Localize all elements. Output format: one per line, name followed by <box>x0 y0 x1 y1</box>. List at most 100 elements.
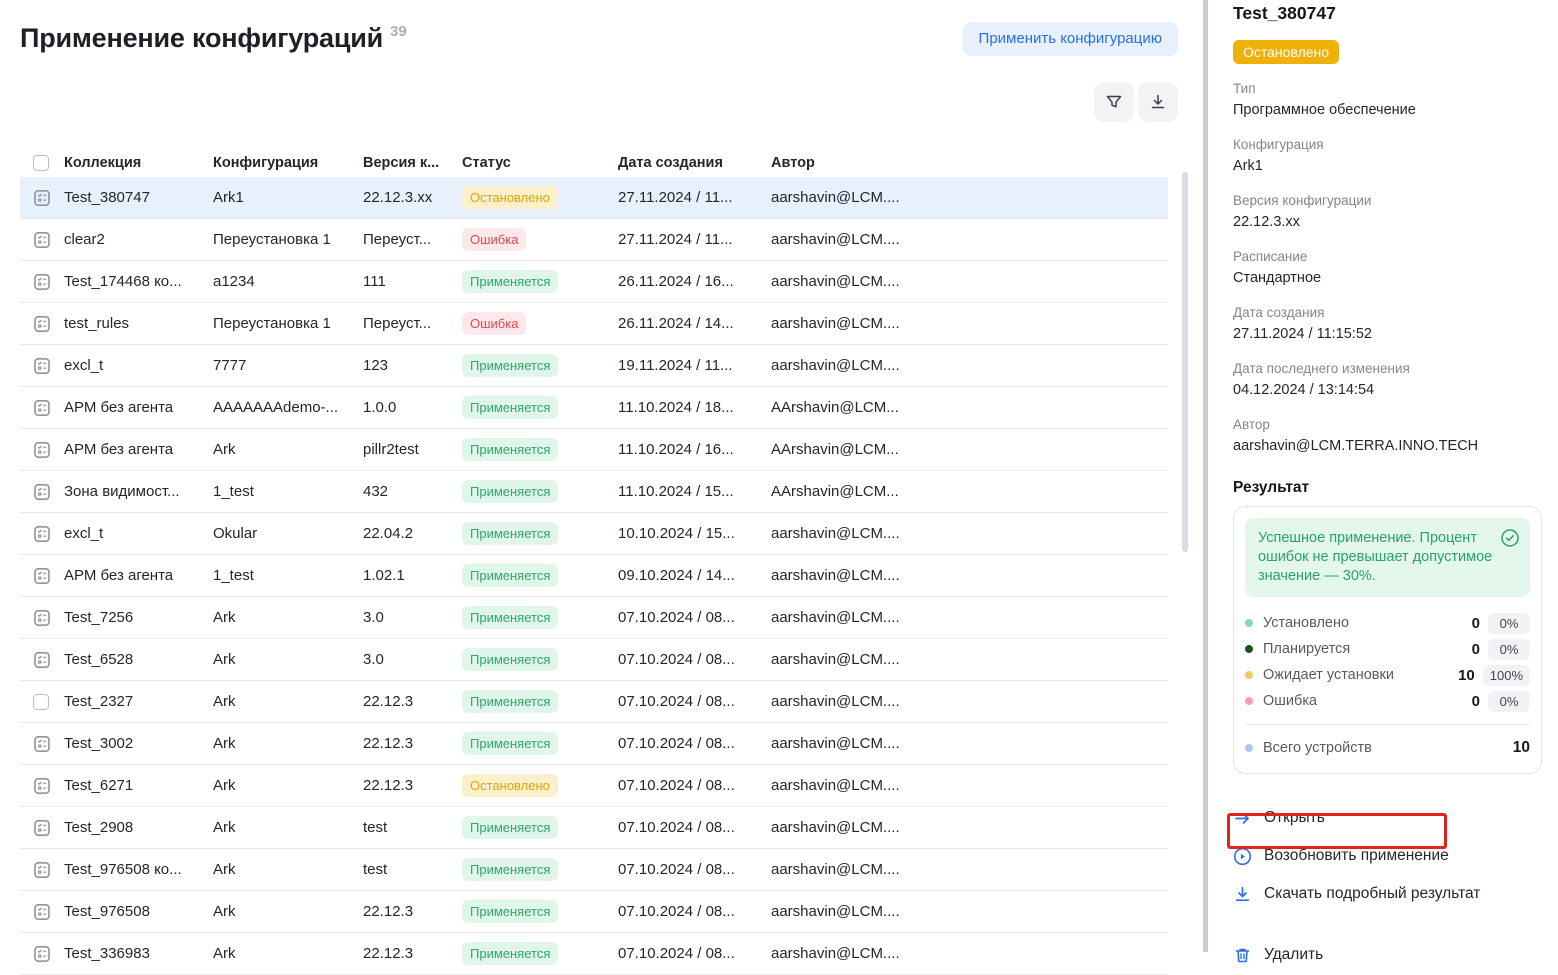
status-badge: Применяется <box>462 858 558 881</box>
collection-icon <box>33 399 51 417</box>
collection-icon <box>33 189 51 207</box>
date-cell: 27.11.2024 / 11... <box>618 231 771 248</box>
field-label: Дата создания <box>1233 305 1542 321</box>
version-cell: 22.12.3 <box>363 903 462 920</box>
panel-field: Конфигурация Ark1 <box>1233 137 1542 176</box>
status-badge: Ошибка <box>462 228 526 251</box>
table-row[interactable]: Test_7256 Ark 3.0 Применяется 07.10.2024… <box>20 597 1168 639</box>
author-cell: AArshavin@LCM... <box>771 399 908 416</box>
configuration-cell: Ark <box>213 945 363 962</box>
version-cell: 1.0.0 <box>363 399 462 416</box>
configuration-cell: AAAAAAAdemo-... <box>213 399 363 416</box>
action-download-result[interactable]: Скачать подробный результат <box>1233 884 1542 904</box>
date-cell: 07.10.2024 / 08... <box>618 651 771 668</box>
stat-dot <box>1245 645 1253 653</box>
table-row[interactable]: АРМ без агента Ark pillr2test Применяетс… <box>20 429 1168 471</box>
action-open-label: Открыть <box>1264 809 1325 827</box>
table-row[interactable]: Test_2327 Ark 22.12.3 Применяется 07.10.… <box>20 681 1168 723</box>
arrow-right-icon <box>1233 809 1252 828</box>
author-cell: aarshavin@LCM.... <box>771 273 908 290</box>
row-checkbox[interactable] <box>33 694 49 710</box>
date-cell: 07.10.2024 / 08... <box>618 693 771 710</box>
status-badge: Применяется <box>462 522 558 545</box>
result-alert: Успешное применение. Процент ошибок не п… <box>1245 518 1530 597</box>
collection-cell: Зона видимост... <box>64 483 213 500</box>
author-cell: aarshavin@LCM.... <box>771 651 908 668</box>
collection-cell: Test_380747 <box>64 189 213 206</box>
action-delete-label: Удалить <box>1264 946 1323 964</box>
date-cell: 11.10.2024 / 15... <box>618 483 771 500</box>
panel-fields: Тип Программное обеспечение Конфигурация… <box>1233 81 1542 456</box>
field-label: Дата последнего изменения <box>1233 361 1542 377</box>
status-badge: Остановлено <box>462 186 558 209</box>
status-badge: Применяется <box>462 690 558 713</box>
table-row[interactable]: Test_174468 ко... a1234 111 Применяется … <box>20 261 1168 303</box>
status-badge: Применяется <box>462 606 558 629</box>
author-cell: aarshavin@LCM.... <box>771 777 908 794</box>
configuration-cell: a1234 <box>213 273 363 290</box>
table-row[interactable]: Test_6271 Ark 22.12.3 Остановлено 07.10.… <box>20 765 1168 807</box>
field-value: Программное обеспечение <box>1233 101 1542 120</box>
table-row[interactable]: clear2 Переустановка 1 Переуст... Ошибка… <box>20 219 1168 261</box>
collection-icon <box>33 735 51 753</box>
collection-icon <box>33 651 51 669</box>
date-cell: 26.11.2024 / 16... <box>618 273 771 290</box>
collection-cell: АРМ без агента <box>64 399 213 416</box>
panel-field: Расписание Стандартное <box>1233 249 1542 288</box>
export-button[interactable] <box>1138 82 1178 122</box>
panel-field: Дата создания 27.11.2024 / 11:15:52 <box>1233 305 1542 344</box>
stat-value: 0 <box>1472 615 1480 632</box>
table-row[interactable]: test_rules Переустановка 1 Переуст... Ош… <box>20 303 1168 345</box>
author-cell: aarshavin@LCM.... <box>771 231 908 248</box>
table-row[interactable]: Test_976508 ко... Ark test Применяется 0… <box>20 849 1168 891</box>
collection-icon <box>33 903 51 921</box>
table-row[interactable]: Test_380747 Ark1 22.12.3.xx Остановлено … <box>20 177 1168 219</box>
column-header-collection[interactable]: Коллекция <box>64 155 213 171</box>
column-header-date[interactable]: Дата создания <box>618 155 771 171</box>
table-row[interactable]: Test_976508 Ark 22.12.3 Применяется 07.1… <box>20 891 1168 933</box>
table-row[interactable]: Test_3002 Ark 22.12.3 Применяется 07.10.… <box>20 723 1168 765</box>
action-resume[interactable]: Возобновить применение <box>1233 846 1542 866</box>
collection-icon <box>33 609 51 627</box>
table-row[interactable]: excl_t Okular 22.04.2 Применяется 10.10.… <box>20 513 1168 555</box>
table-row[interactable]: Test_2908 Ark test Применяется 07.10.202… <box>20 807 1168 849</box>
author-cell: aarshavin@LCM.... <box>771 609 908 626</box>
stat-percent: 100% <box>1483 665 1530 686</box>
column-header-status[interactable]: Статус <box>462 155 618 171</box>
action-open[interactable]: Открыть <box>1233 808 1542 828</box>
select-all-checkbox[interactable] <box>33 155 49 171</box>
table-row[interactable]: АРМ без агента 1_test 1.02.1 Применяется… <box>20 555 1168 597</box>
date-cell: 07.10.2024 / 08... <box>618 777 771 794</box>
date-cell: 07.10.2024 / 08... <box>618 861 771 878</box>
collection-cell: АРМ без агента <box>64 567 213 584</box>
column-header-version[interactable]: Версия к... <box>363 155 462 171</box>
date-cell: 07.10.2024 / 08... <box>618 735 771 752</box>
field-value: 22.12.3.xx <box>1233 213 1542 232</box>
table-row[interactable]: excl_t 7777 123 Применяется 19.11.2024 /… <box>20 345 1168 387</box>
version-cell: pillr2test <box>363 441 462 458</box>
apply-configuration-button[interactable]: Применить конфигурацию <box>963 22 1178 56</box>
configuration-cell: Ark <box>213 861 363 878</box>
table-row[interactable]: Зона видимост... 1_test 432 Применяется … <box>20 471 1168 513</box>
card-divider <box>1245 724 1530 725</box>
date-cell: 11.10.2024 / 18... <box>618 399 771 416</box>
column-header-author[interactable]: Автор <box>771 155 908 171</box>
column-header-configuration[interactable]: Конфигурация <box>213 155 363 171</box>
action-delete[interactable]: Удалить <box>1233 945 1542 965</box>
result-card: Успешное применение. Процент ошибок не п… <box>1233 506 1542 774</box>
table-row[interactable]: Test_336983 Ark 22.12.3 Применяется 07.1… <box>20 933 1168 975</box>
table-row[interactable]: АРМ без агента AAAAAAAdemo-... 1.0.0 При… <box>20 387 1168 429</box>
author-cell: aarshavin@LCM.... <box>771 945 908 962</box>
action-download-result-label: Скачать подробный результат <box>1264 885 1480 903</box>
filter-button[interactable] <box>1094 82 1134 122</box>
table-scrollbar[interactable] <box>1182 172 1188 552</box>
version-cell: Переуст... <box>363 315 462 332</box>
configuration-cell: Переустановка 1 <box>213 315 363 332</box>
version-cell: 3.0 <box>363 609 462 626</box>
configuration-cell: 1_test <box>213 567 363 584</box>
configuration-cell: Ark <box>213 903 363 920</box>
collection-cell: АРМ без агента <box>64 441 213 458</box>
table-row[interactable]: Test_6528 Ark 3.0 Применяется 07.10.2024… <box>20 639 1168 681</box>
field-label: Тип <box>1233 81 1542 97</box>
author-cell: aarshavin@LCM.... <box>771 525 908 542</box>
